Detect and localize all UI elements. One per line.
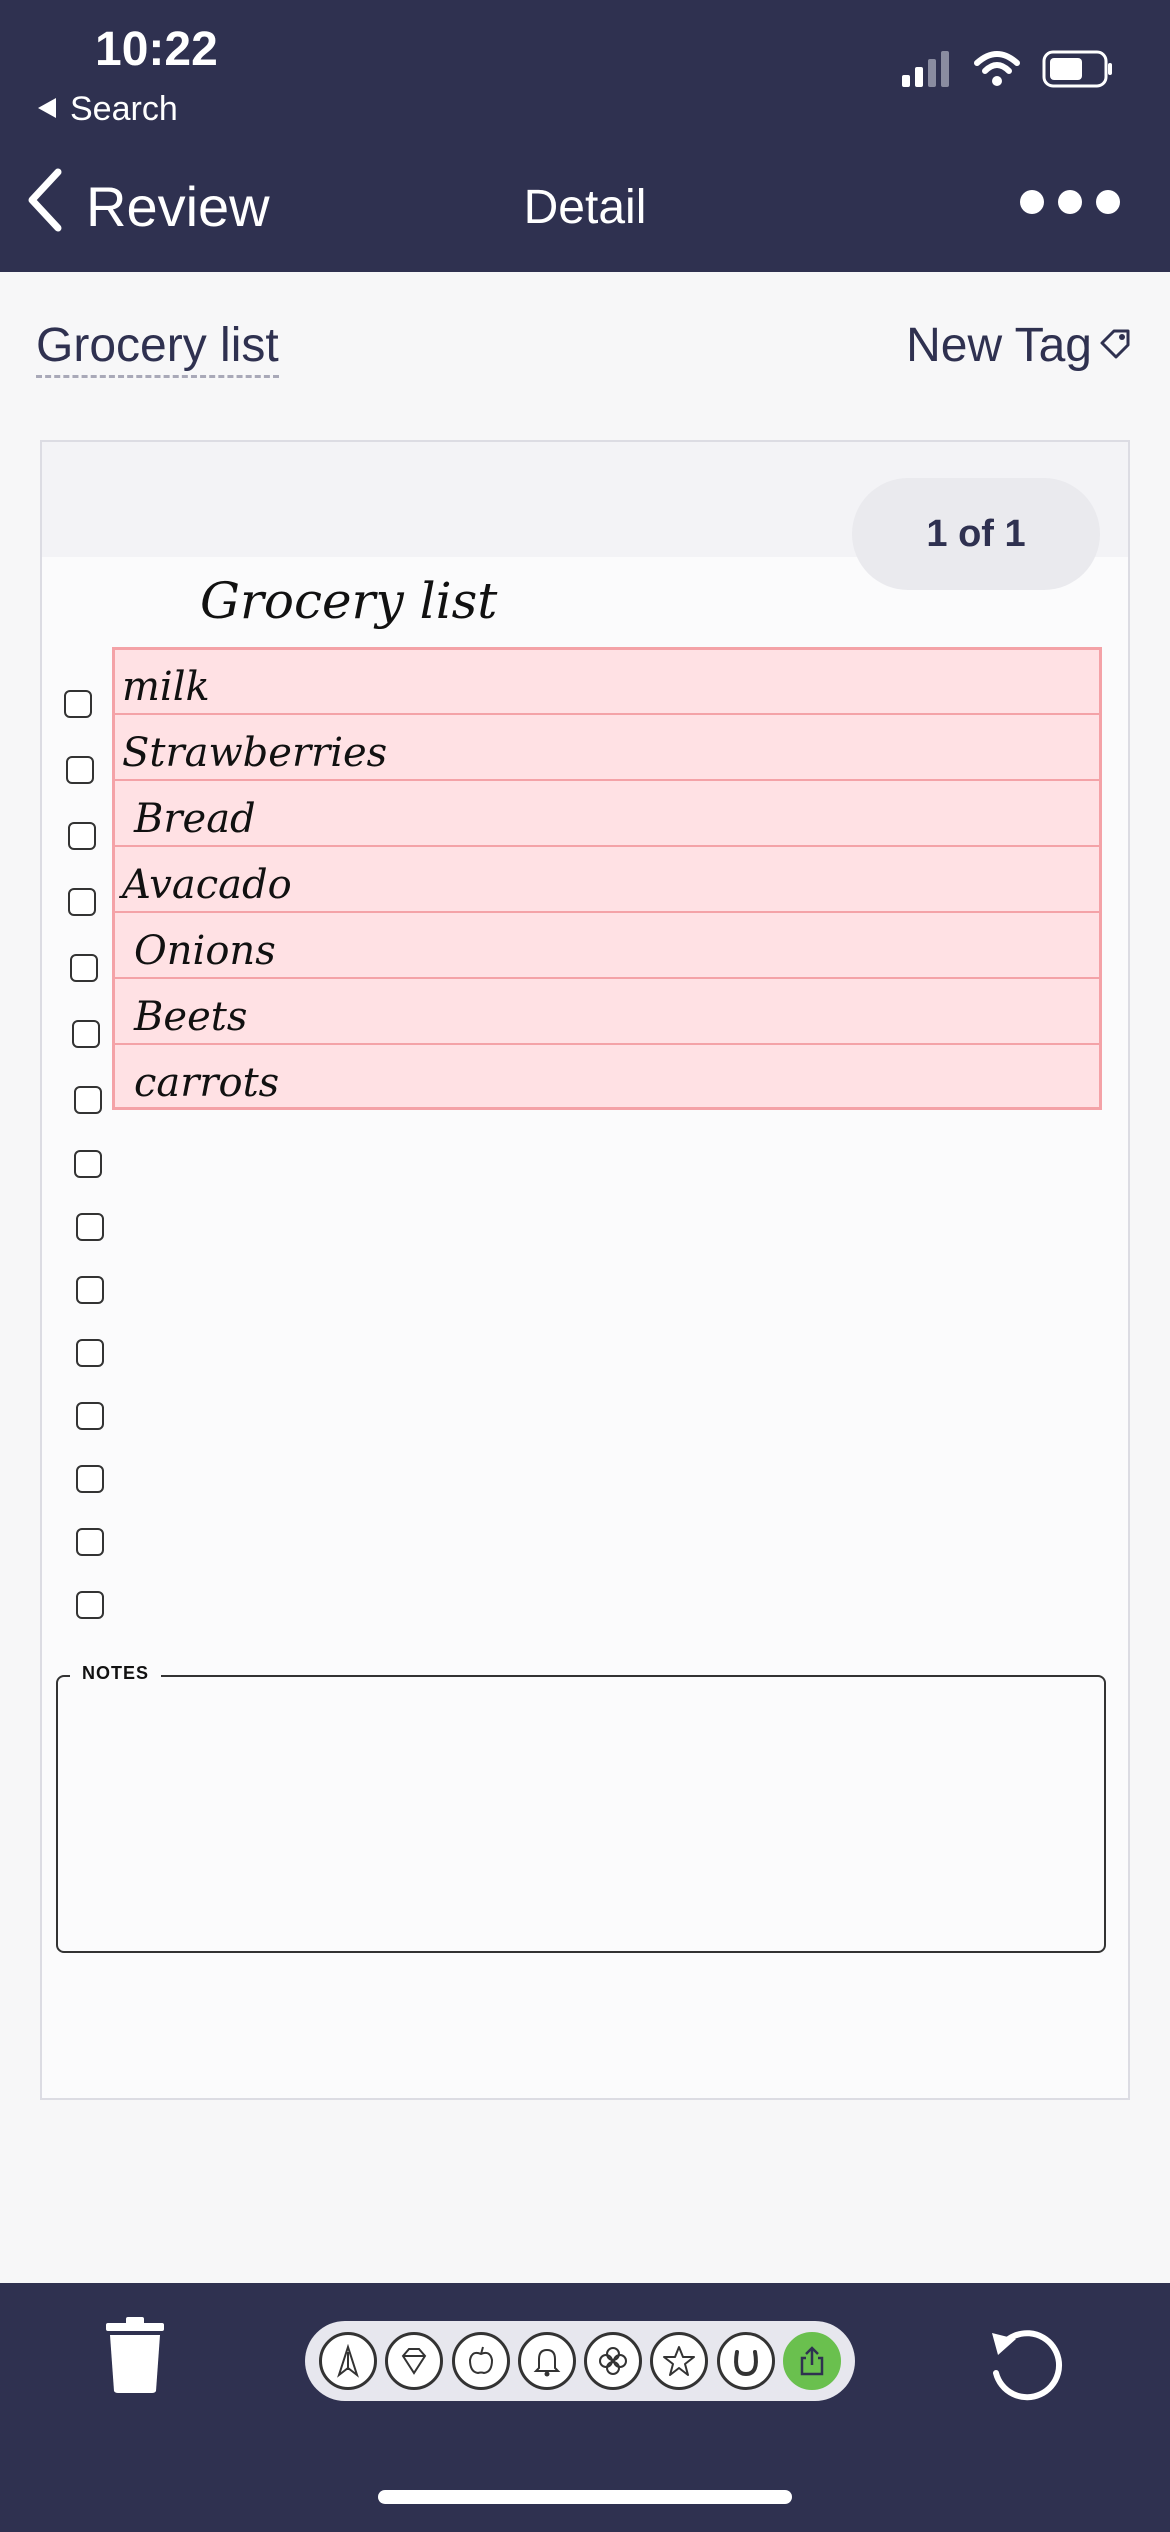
list-item: Beets	[134, 994, 248, 1040]
ruled-line	[112, 845, 1102, 847]
document-title[interactable]: Grocery list	[36, 318, 279, 378]
checkbox[interactable]	[68, 888, 96, 916]
back-triangle-icon	[36, 90, 58, 129]
ruled-line	[112, 1043, 1102, 1045]
list-item: Avacado	[122, 862, 292, 908]
more-dot-icon	[1058, 190, 1082, 214]
apple-icon[interactable]	[451, 2332, 510, 2390]
checkbox[interactable]	[68, 822, 96, 850]
undo-button[interactable]	[982, 2323, 1066, 2412]
top-bar: 10:22 Search Review Detail	[0, 0, 1170, 272]
ruled-line	[112, 977, 1102, 979]
ruled-line	[112, 713, 1102, 715]
horseshoe-icon[interactable]	[716, 2332, 775, 2390]
list-item: Bread	[134, 796, 256, 842]
back-to-app[interactable]: Search	[36, 90, 178, 129]
checkbox[interactable]	[74, 1086, 102, 1114]
more-dot-icon	[1020, 190, 1044, 214]
checkbox[interactable]	[76, 1402, 104, 1430]
checkbox[interactable]	[70, 954, 98, 982]
checkbox[interactable]	[74, 1150, 102, 1178]
page-preview[interactable]: 1 of 1 Grocery list milk Strawberries Br…	[40, 440, 1130, 2100]
list-item: Strawberries	[122, 730, 388, 776]
bell-icon[interactable]	[517, 2332, 576, 2390]
wifi-icon	[974, 51, 1020, 92]
checkbox[interactable]	[76, 1339, 104, 1367]
handwritten-title: Grocery list	[200, 572, 498, 630]
clover-icon[interactable]	[584, 2332, 643, 2390]
notes-label: NOTES	[70, 1663, 162, 1684]
checkbox[interactable]	[76, 1528, 104, 1556]
list-item: Onions	[134, 928, 276, 974]
checkbox[interactable]	[76, 1465, 104, 1493]
star-icon[interactable]	[650, 2332, 709, 2390]
notes-box: NOTES	[56, 1663, 1106, 1953]
nav-title: Detail	[523, 181, 647, 234]
tag-toolbar	[305, 2321, 855, 2401]
ruled-line	[112, 911, 1102, 913]
diamond-icon[interactable]	[385, 2332, 444, 2390]
page-indicator: 1 of 1	[852, 478, 1100, 590]
checkbox[interactable]	[64, 690, 92, 718]
status-time: 10:22	[95, 23, 218, 76]
home-indicator[interactable]	[378, 2490, 792, 2504]
delete-button[interactable]	[104, 2315, 166, 2400]
share-icon[interactable]	[782, 2332, 841, 2390]
back-app-label: Search	[70, 90, 178, 128]
checkbox[interactable]	[76, 1591, 104, 1619]
trash-icon	[104, 2317, 166, 2399]
more-options-button[interactable]	[1020, 190, 1120, 214]
document-header: Grocery list New Tag	[36, 318, 1134, 378]
battery-icon	[1042, 50, 1114, 93]
status-icons	[902, 50, 1114, 93]
checkbox[interactable]	[66, 756, 94, 784]
checkbox[interactable]	[76, 1276, 104, 1304]
checkbox[interactable]	[72, 1020, 100, 1048]
list-item: carrots	[134, 1060, 280, 1106]
ruled-line	[112, 779, 1102, 781]
checkbox[interactable]	[76, 1213, 104, 1241]
undo-icon	[982, 2330, 1066, 2411]
new-tag-button[interactable]: New Tag	[906, 318, 1134, 373]
signal-icon	[902, 51, 952, 92]
list-item: milk	[122, 664, 210, 710]
tag-icon	[1098, 318, 1134, 373]
more-dot-icon	[1096, 190, 1120, 214]
pencil-icon[interactable]	[319, 2332, 378, 2390]
new-tag-label: New Tag	[906, 319, 1092, 372]
